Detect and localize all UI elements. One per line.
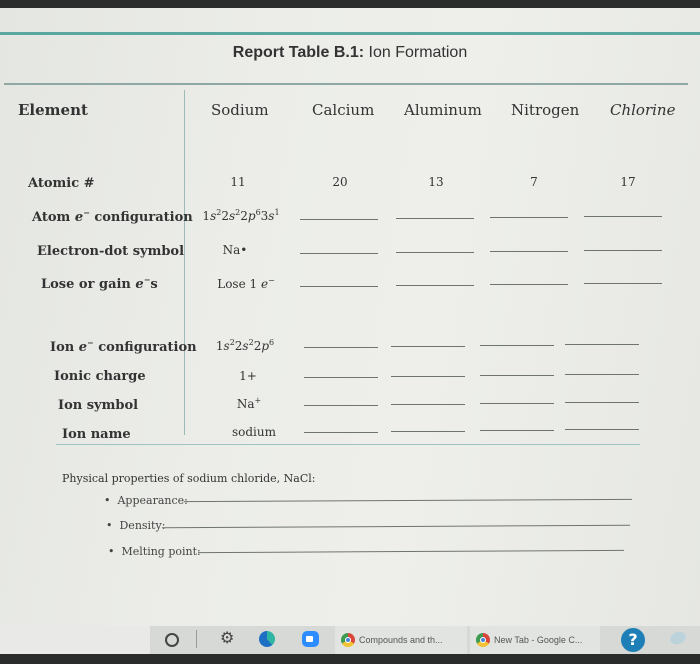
- answer-line-calcium-ion-symbol[interactable]: [304, 405, 378, 406]
- help-icon[interactable]: ?: [621, 628, 645, 652]
- title-top-rule: [0, 32, 700, 35]
- tab-label: Compounds and th...: [359, 635, 443, 645]
- atomic-number-sodium: 11: [230, 175, 246, 189]
- zoom-app-icon[interactable]: [302, 631, 319, 647]
- atomic-number-aluminum: 13: [428, 175, 444, 189]
- sodium-ion-configuration: 1s22s22p6: [215, 338, 275, 354]
- melting-point-label: • Melting point:: [108, 545, 201, 558]
- row-label-lose-gain: Lose or gain e−s: [41, 274, 158, 292]
- header-chlorine: Chlorine: [610, 101, 676, 119]
- answer-line-chlorine-ionic-charge[interactable]: [565, 374, 639, 375]
- answer-line-aluminum-ion-symbol[interactable]: [391, 404, 465, 405]
- row-label-atomic-number: Atomic #: [28, 176, 95, 191]
- chrome-icon: [341, 633, 355, 647]
- row-label-atom-configuration: Atom e− configuration: [32, 207, 193, 225]
- answer-line-chlorine-ion-name[interactable]: [565, 429, 639, 430]
- header-element-label: Element: [18, 101, 88, 119]
- physical-properties-title: Physical properties of sodium chloride, …: [62, 472, 316, 485]
- answer-line-calcium-lose-gain[interactable]: [300, 286, 378, 287]
- answer-line-aluminum-ion-configuration[interactable]: [391, 346, 465, 347]
- answer-line-nitrogen-lose-gain[interactable]: [490, 284, 568, 285]
- appearance-label: • Appearance:: [104, 494, 188, 507]
- row-label-electron-dot: Electron-dot symbol: [37, 244, 185, 259]
- sodium-atom-configuration: 1s22s22p63s1: [202, 208, 280, 224]
- density-label: • Density:: [106, 519, 166, 532]
- answer-line-aluminum-atom-configuration[interactable]: [396, 218, 474, 219]
- answer-line-chlorine-ion-symbol[interactable]: [565, 402, 639, 403]
- answer-line-chlorine-atom-configuration[interactable]: [584, 216, 662, 217]
- atomic-number-chlorine: 17: [620, 175, 636, 189]
- answer-line-calcium-electron-dot[interactable]: [300, 253, 378, 254]
- sodium-ion-name: sodium: [231, 425, 276, 439]
- answer-line-calcium-ion-name[interactable]: [304, 432, 378, 433]
- answer-line-nitrogen-ionic-charge[interactable]: [480, 375, 554, 376]
- header-nitrogen: Nitrogen: [511, 101, 580, 119]
- answer-line-calcium-ion-configuration[interactable]: [304, 347, 378, 348]
- melting-point-answer-line[interactable]: [198, 549, 624, 554]
- sodium-electron-dot: Na•: [222, 243, 248, 257]
- answer-line-aluminum-ionic-charge[interactable]: [391, 376, 465, 377]
- row-label-ion-configuration: Ion e− configuration: [50, 337, 197, 355]
- answer-line-chlorine-lose-gain[interactable]: [584, 283, 662, 284]
- answer-line-aluminum-electron-dot[interactable]: [396, 252, 474, 253]
- sodium-ion-symbol: Na+: [236, 396, 262, 412]
- answer-line-calcium-atom-configuration[interactable]: [300, 219, 378, 220]
- taskbar-tab-compounds[interactable]: Compounds and th...: [335, 626, 467, 656]
- density-answer-line[interactable]: [162, 524, 630, 529]
- melting-point-text: Melting point:: [121, 545, 201, 558]
- answer-line-aluminum-lose-gain[interactable]: [396, 285, 474, 286]
- answer-line-calcium-ionic-charge[interactable]: [304, 377, 378, 378]
- taskbar-tab-new-tab[interactable]: New Tab - Google C...: [470, 626, 600, 656]
- appearance-answer-line[interactable]: [184, 498, 632, 503]
- row-label-ion-symbol: Ion symbol: [58, 398, 139, 413]
- search-circle-icon[interactable]: [165, 633, 179, 647]
- page-title: Report Table B.1: Ion Formation: [0, 44, 700, 62]
- answer-line-aluminum-ion-name[interactable]: [391, 431, 465, 432]
- sodium-lose-gain: Lose 1 e−: [217, 276, 275, 292]
- title-text: Ion Formation: [364, 44, 468, 61]
- tab-label: New Tab - Google C...: [494, 635, 583, 645]
- settings-gear-icon[interactable]: ⚙: [220, 628, 234, 647]
- title-bottom-rule: [4, 83, 688, 85]
- answer-line-nitrogen-ion-configuration[interactable]: [480, 345, 554, 346]
- monitor-bezel-bottom: [0, 654, 700, 664]
- appearance-text: Appearance:: [117, 494, 188, 507]
- answer-line-nitrogen-atom-configuration[interactable]: [490, 217, 568, 218]
- taskbar-divider: [196, 630, 197, 648]
- header-calcium: Calcium: [312, 101, 375, 119]
- title-label: Report Table B.1:: [232, 44, 365, 61]
- table-column-divider: [184, 90, 185, 435]
- row-label-ionic-charge: Ionic charge: [54, 369, 146, 384]
- header-sodium: Sodium: [211, 101, 269, 119]
- answer-line-chlorine-electron-dot[interactable]: [584, 250, 662, 251]
- density-text: Density:: [119, 519, 166, 532]
- sodium-ionic-charge: 1+: [239, 369, 257, 383]
- atomic-number-nitrogen: 7: [530, 175, 538, 189]
- header-aluminum: Aluminum: [404, 101, 482, 119]
- answer-line-nitrogen-electron-dot[interactable]: [490, 251, 568, 252]
- answer-line-nitrogen-ion-symbol[interactable]: [480, 403, 554, 404]
- row-label-ion-name: Ion name: [62, 427, 131, 442]
- table-bottom-rule: [56, 444, 640, 445]
- answer-line-chlorine-ion-configuration[interactable]: [565, 344, 639, 345]
- edge-browser-icon[interactable]: [259, 631, 275, 647]
- atomic-number-calcium: 20: [332, 175, 348, 189]
- taskbar-empty-area: [0, 626, 150, 654]
- answer-line-nitrogen-ion-name[interactable]: [480, 430, 554, 431]
- monitor-bezel-top: [0, 0, 700, 8]
- chrome-icon: [476, 633, 490, 647]
